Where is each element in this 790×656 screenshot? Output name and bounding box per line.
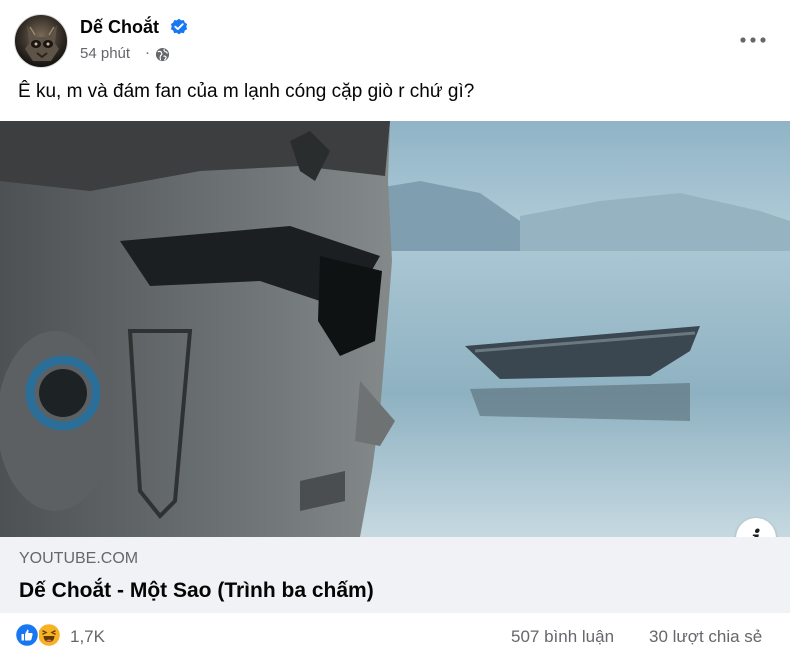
separator-dot: · <box>145 44 150 61</box>
avatar[interactable] <box>14 14 68 68</box>
thumbnail-image <box>0 121 790 537</box>
video-thumbnail[interactable] <box>0 121 790 537</box>
comment-count[interactable]: 507 bình luận <box>511 627 614 647</box>
post-text: Ê ku, m và đám fan của m lạnh cóng cặp g… <box>18 81 475 102</box>
post-timestamp[interactable]: 54 phút <box>80 45 130 62</box>
post-header: Dế Choắt 54 phút · <box>0 0 790 76</box>
like-reaction-icon[interactable] <box>15 623 39 647</box>
post-footer: 1,7K 507 bình luận 30 lượt chia sẻ <box>0 613 790 656</box>
avatar-mask-image <box>25 25 59 61</box>
link-title[interactable]: Dế Choắt - Một Sao (Trình ba chấm) <box>19 579 374 603</box>
more-options-icon <box>740 37 766 43</box>
verified-badge-icon <box>170 18 188 35</box>
reaction-count[interactable]: 1,7K <box>70 627 105 647</box>
author-name[interactable]: Dế Choắt <box>80 17 159 38</box>
more-options-button[interactable] <box>733 22 773 58</box>
link-preview[interactable]: YOUTUBE.COM Dế Choắt - Một Sao (Trình ba… <box>0 537 790 613</box>
share-count[interactable]: 30 lượt chia sẻ <box>649 627 762 647</box>
globe-icon <box>155 47 170 62</box>
link-domain: YOUTUBE.COM <box>19 550 139 567</box>
haha-reaction-icon[interactable] <box>37 623 61 647</box>
